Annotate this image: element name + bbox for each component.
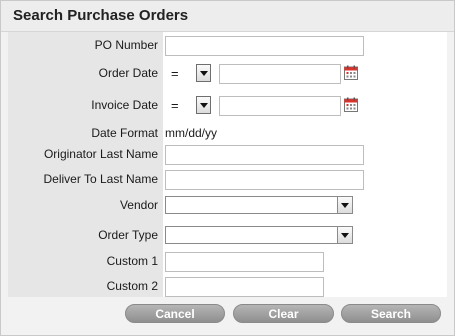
- order-date-input[interactable]: [219, 64, 341, 84]
- po-number-row: PO Number: [8, 34, 447, 56]
- order-type-row: Order Type: [8, 224, 447, 246]
- custom2-label: Custom 2: [106, 279, 158, 293]
- po-number-input[interactable]: [165, 36, 364, 56]
- order-type-select[interactable]: [165, 226, 353, 244]
- chevron-down-icon[interactable]: [337, 227, 352, 243]
- chevron-down-icon[interactable]: [337, 197, 352, 213]
- originator-last-name-input[interactable]: [165, 145, 364, 165]
- button-bar: Cancel Clear Search: [8, 301, 447, 329]
- calendar-icon[interactable]: [344, 65, 358, 80]
- search-purchase-orders-panel: Search Purchase Orders PO Number Order D…: [0, 0, 455, 336]
- search-form: PO Number Order Date = Invoice Date = Da…: [8, 32, 447, 297]
- po-number-label: PO Number: [94, 38, 158, 52]
- vendor-select[interactable]: [165, 196, 353, 214]
- deliver-to-last-name-row: Deliver To Last Name: [8, 168, 447, 190]
- date-format-row: Date Format mm/dd/yy: [8, 122, 447, 144]
- custom1-row: Custom 1: [8, 250, 447, 272]
- custom1-label: Custom 1: [106, 254, 158, 268]
- originator-last-name-label: Originator Last Name: [43, 147, 158, 161]
- vendor-row: Vendor: [8, 194, 447, 216]
- invoice-date-operator-value[interactable]: =: [171, 98, 179, 113]
- order-date-operator-dropdown[interactable]: [196, 64, 211, 82]
- invoice-date-row: Invoice Date =: [8, 94, 447, 116]
- deliver-to-last-name-input[interactable]: [165, 170, 364, 190]
- custom1-input[interactable]: [165, 252, 324, 272]
- order-type-label: Order Type: [98, 228, 158, 242]
- order-date-label: Order Date: [98, 66, 158, 80]
- order-date-operator-value[interactable]: =: [171, 66, 179, 81]
- invoice-date-operator-dropdown[interactable]: [196, 96, 211, 114]
- date-format-label: Date Format: [91, 126, 158, 140]
- page-title: Search Purchase Orders: [13, 7, 189, 24]
- order-date-row: Order Date =: [8, 62, 447, 84]
- vendor-label: Vendor: [119, 198, 158, 212]
- panel-header: Search Purchase Orders: [1, 1, 454, 32]
- invoice-date-input[interactable]: [219, 96, 341, 116]
- calendar-icon[interactable]: [344, 97, 358, 112]
- originator-last-name-row: Originator Last Name: [8, 143, 447, 165]
- deliver-to-last-name-label: Deliver To Last Name: [43, 172, 159, 186]
- invoice-date-label: Invoice Date: [91, 98, 158, 112]
- clear-button[interactable]: Clear: [233, 304, 334, 323]
- cancel-button[interactable]: Cancel: [125, 304, 225, 323]
- custom2-input[interactable]: [165, 277, 324, 297]
- date-format-value: mm/dd/yy: [165, 126, 218, 140]
- custom2-row: Custom 2: [8, 275, 447, 297]
- search-button[interactable]: Search: [341, 304, 441, 323]
